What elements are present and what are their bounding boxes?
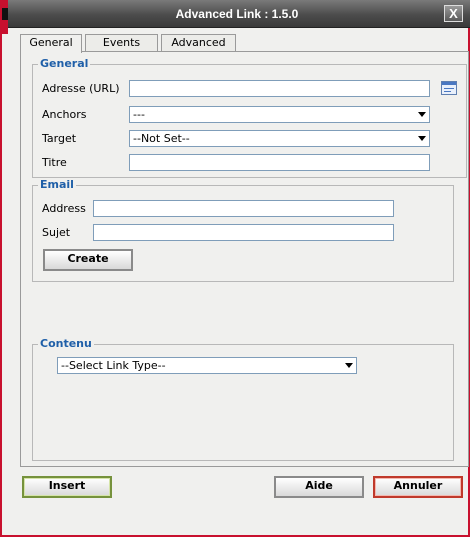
tab-general[interactable]: General — [20, 34, 82, 53]
email-fieldset: Email Address Sujet Create — [32, 178, 454, 282]
email-address-input[interactable] — [93, 200, 394, 217]
target-value: --Not Set-- — [133, 132, 190, 145]
general-fieldset: General Adresse (URL) Anchors --- Target… — [32, 57, 467, 178]
general-legend: General — [38, 57, 91, 70]
anchors-select[interactable]: --- — [129, 106, 430, 123]
cancel-button[interactable]: Annuler — [373, 476, 463, 498]
title-label: Titre — [42, 156, 67, 169]
anchors-label: Anchors — [42, 108, 87, 121]
background-strip-dark — [2, 8, 8, 20]
email-subject-label: Sujet — [42, 226, 71, 239]
email-subject-input[interactable] — [93, 224, 394, 241]
anchors-value: --- — [133, 108, 145, 121]
dialog-title: Advanced Link : 1.5.0 — [175, 7, 299, 21]
email-address-label: Address — [42, 202, 86, 215]
help-button[interactable]: Aide — [274, 476, 364, 498]
browse-list-icon[interactable] — [441, 81, 457, 95]
link-type-select[interactable]: --Select Link Type-- — [57, 357, 357, 374]
title-input[interactable] — [129, 154, 430, 171]
chevron-down-icon — [418, 136, 426, 141]
title-bar[interactable]: Advanced Link : 1.5.0 X — [2, 0, 470, 28]
advanced-link-dialog: Advanced Link : 1.5.0 X General Events A… — [0, 0, 470, 537]
content-legend: Contenu — [38, 337, 94, 350]
tab-advanced[interactable]: Advanced — [161, 34, 236, 52]
create-button[interactable]: Create — [43, 249, 133, 271]
target-label: Target — [42, 132, 77, 145]
link-type-value: --Select Link Type-- — [61, 359, 166, 372]
chevron-down-icon — [418, 112, 426, 117]
chevron-down-icon — [345, 363, 353, 368]
tab-panel-general: General Adresse (URL) Anchors --- Target… — [20, 51, 469, 467]
url-input[interactable] — [129, 80, 430, 97]
target-select[interactable]: --Not Set-- — [129, 130, 430, 147]
insert-button[interactable]: Insert — [22, 476, 112, 498]
url-label: Adresse (URL) — [42, 82, 120, 95]
email-legend: Email — [38, 178, 76, 191]
close-button[interactable]: X — [444, 5, 463, 22]
content-fieldset: Contenu --Select Link Type-- — [32, 337, 454, 461]
tab-events[interactable]: Events — [85, 34, 158, 52]
